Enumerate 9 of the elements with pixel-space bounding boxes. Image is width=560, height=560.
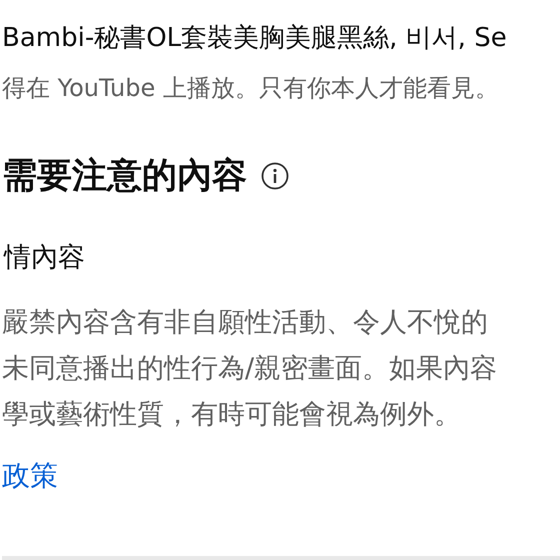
section-heading: 需要注意的內容: [2, 155, 247, 198]
video-title: Bambi-秘書OL套裝美胸美腿黑絲, 비서, Se: [2, 22, 508, 55]
description-line: 未同意播出的性行為/親密畫面。如果內容: [2, 352, 498, 386]
visibility-note: 得在 YouTube 上播放。只有你本人才能看見。: [2, 73, 500, 104]
category-label: 情內容: [2, 241, 86, 275]
info-icon[interactable]: [261, 162, 289, 190]
description-line: 學或藝術性質，有時可能會視為例外。: [2, 398, 462, 432]
policy-link[interactable]: 政策: [2, 456, 58, 496]
description-line: 嚴禁內容含有非自願性活動、令人不悅的: [2, 306, 489, 340]
